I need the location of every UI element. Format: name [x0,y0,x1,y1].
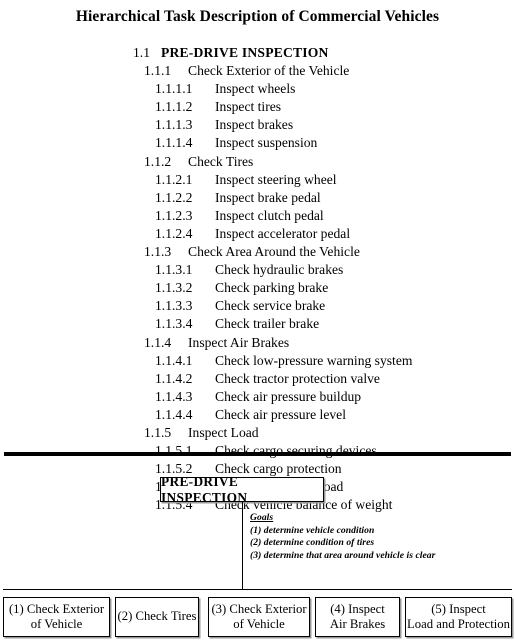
outline-row: 1.1.2.1 Inspect steering wheel [0,171,515,189]
outline-number: 1.1.4 [144,334,172,350]
outline-number: 1.1.4.4 [155,406,193,422]
outline-label: Inspect tires [215,99,282,115]
outline-row: 1.1.4 Inspect Air Brakes [0,334,515,352]
outline-row: 1.1.4.1 Check low-pressure warning system [0,352,515,370]
outline-label: Inspect brakes [215,117,294,133]
outline-label: Check air pressure level [215,406,346,422]
outline-row: 1.1.2.2 Inspect brake pedal [0,189,515,207]
outline-label: Check tractor protection valve [215,370,380,386]
outline-number: 1.1.2.4 [155,225,193,241]
outline-label: Inspect accelerator pedal [215,225,351,241]
leaf-label-line1: (4) Inspect [330,601,385,616]
outline-label: Check Tires [188,153,254,169]
outline-label: Inspect Air Brakes [188,334,290,350]
outline-number: 1.1.1.2 [155,99,193,115]
diagram-leaf-node-2[interactable]: (2) Check Tires [115,597,199,637]
outline-number: 1.1.3.1 [155,262,193,278]
outline-label: Check service brake [215,298,326,314]
leaf-label-line1: (5) Inspect [431,601,486,616]
outline-number: 1.1.1 [144,63,172,79]
outline-number: 1.1.1.1 [155,81,193,97]
outline-label: Check hydraulic brakes [215,262,344,278]
outline-row: 1.1.4.2 Check tractor protection valve [0,370,515,388]
outline-number: 1.1.3.2 [155,280,193,296]
outline-row: 1.1.3.3 Check service brake [0,297,515,315]
leaf-label-line2: Air Brakes [329,617,386,631]
outline-row: 1.1.1.4 Inspect suspension [0,134,515,152]
outline-label: Inspect steering wheel [215,171,337,187]
outline-number: 1.1.1.3 [155,117,193,133]
outline-number: 1.1.3.3 [155,298,193,314]
diagram-root-node[interactable]: PRE-DRIVE INSPECTION [160,474,324,505]
leaf-label-line2: of Vehicle [30,617,83,631]
outline-label: Inspect brake pedal [215,189,321,205]
outline-number: 1.1.2.2 [155,189,193,205]
outline-number: 1.1.4.1 [155,352,193,368]
outline-number: 1.1.4.2 [155,370,193,386]
outline-row: 1.1.1.2 Inspect tires [0,98,515,116]
goal-item: (2) determine condition of tires [250,537,375,549]
diagram-leaf-node-5[interactable]: (5) Inspect Load and Protection [405,597,512,637]
outline-label: Inspect suspension [215,135,318,151]
outline-label: PRE-DRIVE INSPECTION [161,45,329,60]
outline-number: 1.1.1.4 [155,135,193,151]
outline-row: 1.1.3.2 Check parking brake [0,279,515,297]
outline-label: Check parking brake [215,280,329,296]
outline-label: Check air pressure buildup [215,388,362,404]
outline-row: 1.1.3 Check Area Around the Vehicle [0,243,515,261]
diagram-leaf-node-1[interactable]: (1) Check Exterior of Vehicle [3,597,110,637]
diagram-leaf-node-3[interactable]: (3) Check Exterior of Vehicle [208,597,310,637]
outline-row: 1.1.2.4 Inspect accelerator pedal [0,225,515,243]
outline-row: 1.1.3.1 Check hydraulic brakes [0,261,515,279]
outline-number: 1.1.2 [144,153,172,169]
diagram-bus-line [3,589,512,590]
goals-annotation: Goals (1) determine vehicle condition (2… [250,512,500,562]
outline-row: 1.1.1.1 Inspect wheels [0,80,515,98]
outline-number: 1.1.2.1 [155,171,193,187]
leaf-label-line1: (1) Check Exterior [8,601,105,616]
outline-row: 1.1.3.4 Check trailer brake [0,315,515,333]
outline-label: Check trailer brake [215,316,320,332]
task-outline: 1.1 PRE-DRIVE INSPECTION 1.1.1 Check Exteri… [0,44,515,514]
outline-label: Inspect wheels [215,81,296,97]
outline-row: 1.1 PRE-DRIVE INSPECTION [0,44,515,62]
outline-label: Inspect clutch pedal [215,207,324,223]
outline-row: 1.1.2.3 Inspect clutch pedal [0,207,515,225]
goal-item: (1) determine vehicle condition [250,524,375,536]
outline-label: Inspect Load [188,424,259,440]
outline-row: 1.1.4.4 Check air pressure level [0,406,515,424]
outline-label: Check Area Around the Vehicle [188,244,360,260]
leaf-label-line2: of Vehicle [233,617,285,631]
goals-heading: Goals [250,512,274,523]
outline-row: 1.1.1.3 Inspect brakes [0,116,515,134]
page-title: Hierarchical Task Description of Commerc… [75,8,440,25]
outline-number: 1.1.3 [144,244,172,260]
diagram-root-label: PRE-DRIVE INSPECTION [161,473,248,505]
outline-row: 1.1.5 Inspect Load [0,424,515,442]
leaf-label-line1: (2) Check Tires [117,609,197,624]
section-divider [4,452,511,456]
outline-number: 1.1.3.4 [155,316,193,332]
outline-label: Check Exterior of the Vehicle [188,63,350,79]
outline-number: 1.1.5 [144,424,172,440]
leaf-label-line1: (3) Check Exterior [211,601,307,616]
outline-number: 1.1 [133,45,150,60]
root-connector-line [242,502,243,589]
outline-row: 1.1.1 Check Exterior of the Vehicle [0,62,515,80]
outline-number: 1.1.2.3 [155,207,193,223]
diagram-leaf-node-4[interactable]: (4) Inspect Air Brakes [315,597,400,637]
outline-row: 1.1.4.3 Check air pressure buildup [0,388,515,406]
leaf-label-line2: Load and Protection [407,617,510,631]
goal-item: (3) determine that area around vehicle i… [250,549,436,561]
outline-label: Check low-pressure warning system [215,352,413,368]
outline-number: 1.1.4.3 [155,388,193,404]
outline-row: 1.1.2 Check Tires [0,153,515,171]
